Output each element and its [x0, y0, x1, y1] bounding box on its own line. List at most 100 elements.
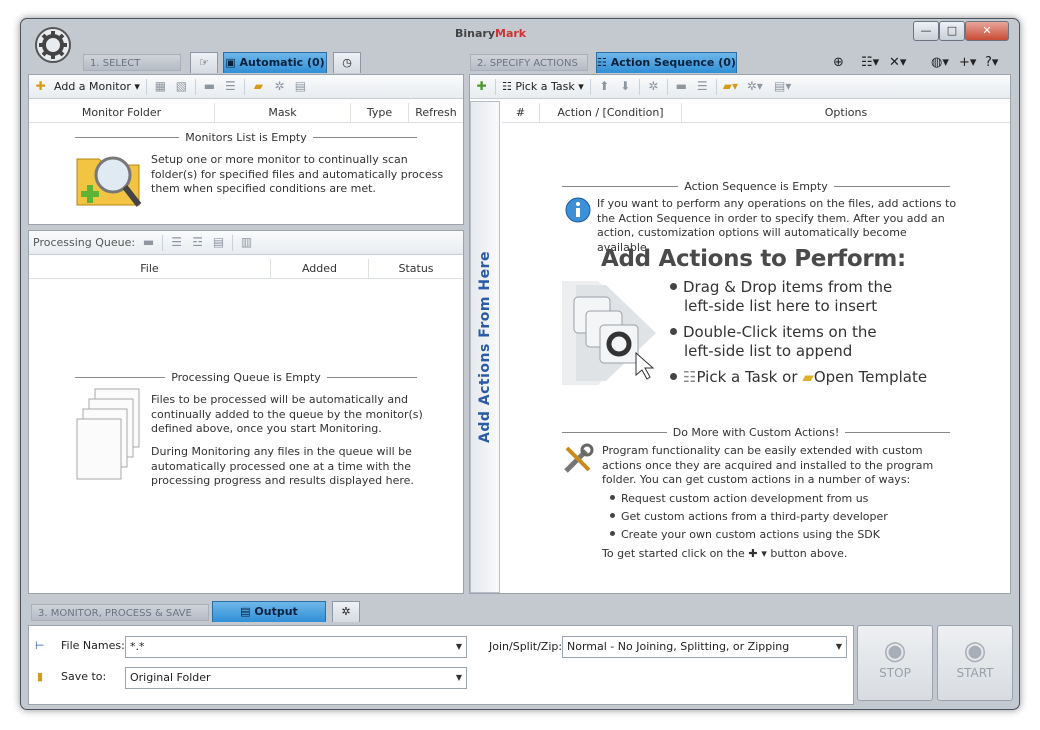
add-plus-icon: ✚ ▾	[748, 547, 767, 560]
separator	[715, 78, 717, 95]
clear-list-icon[interactable]: ☰	[223, 80, 238, 93]
monitors-empty-title: Monitors List is Empty	[75, 131, 417, 144]
maximize-button[interactable]: □	[939, 21, 965, 41]
add-actions-vertical-tab[interactable]: Add Actions From Here	[470, 101, 500, 593]
file-names-label: File Names:	[61, 639, 125, 652]
folder-search-icon	[76, 156, 142, 207]
clear-processed-icon[interactable]: ☲	[190, 236, 205, 249]
tab-advanced-settings[interactable]: ✲	[332, 601, 360, 622]
help-icon[interactable]: ?▾	[985, 55, 998, 70]
stop-icon: ◉	[883, 636, 907, 666]
step-specify-actions: 2. SPECIFY ACTIONS	[470, 54, 588, 71]
custom-item-3: Create your own custom actions using the…	[610, 528, 880, 543]
task-list-icon[interactable]: ☷▾	[861, 55, 879, 70]
tab-output-settings[interactable]: ▤ Output Settings	[212, 601, 326, 638]
clock-icon: ◷	[342, 56, 352, 69]
processing-queue-panel: Processing Queue: ▬ ☰ ☲ ▤ ▥ File Added S…	[28, 230, 464, 594]
tab-manual-mode[interactable]: ☞	[190, 52, 218, 73]
folder-icon: ▰	[802, 368, 814, 386]
copy-monitor-icon[interactable]: ▧	[174, 80, 189, 93]
copy-icon[interactable]: ▤	[211, 236, 226, 249]
custom-item-1: Request custom action development from u…	[610, 492, 868, 507]
action-toolbar: ✚ ☷ Pick a Task ▾ ⬆ ⬇ ✲ ▬ ☰ ▰▾ ✲▾ ▤▾	[470, 75, 1010, 99]
save-icon[interactable]: ▤	[293, 80, 308, 93]
queue-header: File Added Status	[29, 259, 463, 279]
app-window: BinaryMark — □ ✕ 1. SELECT MODE ☞ ▣ Auto…	[20, 18, 1020, 710]
output-settings-panel: ⊢ File Names: *.* ▼ ▮ Save to: Original F…	[28, 625, 854, 705]
start-button[interactable]: ◉ START	[937, 625, 1013, 701]
pin-icon[interactable]: ⊕	[833, 55, 844, 70]
queue-label: Processing Queue:	[33, 236, 136, 249]
pick-a-task-button[interactable]: ☷ Pick a Task ▾	[502, 80, 584, 93]
remove-icon[interactable]: ▬	[674, 80, 689, 93]
tab-automatic[interactable]: ▣ Automatic (0)	[223, 52, 327, 73]
clear-list-icon[interactable]: ☰	[695, 80, 710, 93]
custom-item-2: Get custom actions from a third-party de…	[610, 510, 888, 525]
feed-icon[interactable]: ◍▾	[931, 55, 949, 70]
separator	[666, 78, 668, 95]
settings-gear-icon[interactable]	[33, 25, 73, 65]
add-monitor-button[interactable]: Add a Monitor ▾	[54, 80, 140, 93]
col-file[interactable]: File	[29, 259, 271, 278]
open-folder-icon[interactable]: ▰	[251, 80, 266, 93]
save-template-icon[interactable]: ▤▾	[772, 80, 794, 93]
monitors-panel: ✚ Add a Monitor ▾ ▦ ▧ ▬ ☰ ▰ ✲ ▤ Monitor …	[28, 74, 464, 225]
col-action-condition[interactable]: Action / [Condition]	[540, 103, 682, 122]
stop-button[interactable]: ◉ STOP	[857, 625, 933, 701]
monitor-icon: ▣	[225, 56, 240, 69]
file-names-icon: ⊢	[35, 639, 45, 652]
queue-empty-title: Processing Queue is Empty	[75, 371, 417, 384]
edit-monitor-icon[interactable]: ▦	[153, 80, 168, 93]
bullet-drag-drop: Drag & Drop items from the	[670, 278, 892, 297]
close-button[interactable]: ✕	[965, 21, 1009, 41]
col-number[interactable]: #	[502, 103, 540, 122]
col-options[interactable]: Options	[682, 103, 1010, 122]
action-sequence-panel: ✚ ☷ Pick a Task ▾ ⬆ ⬇ ✲ ▬ ☰ ▰▾ ✲▾ ▤▾ Add…	[469, 74, 1011, 594]
tools-icon[interactable]: ✕▾	[889, 55, 906, 70]
col-type[interactable]: Type	[351, 103, 409, 122]
hand-icon: ☞	[199, 56, 209, 69]
file-names-field[interactable]: *.* ▼	[125, 636, 467, 658]
pause-icon[interactable]: ▥	[239, 236, 254, 249]
separator	[495, 78, 496, 95]
queue-empty-text-1: Files to be processed will be automatica…	[151, 393, 423, 435]
clear-list-icon[interactable]: ☰	[169, 236, 184, 249]
add-plus-icon[interactable]: +▾	[959, 55, 976, 70]
queue-empty-text-2: During Monitoring any files in the queue…	[151, 445, 414, 487]
col-refresh[interactable]: Refresh	[409, 103, 463, 122]
minimize-button[interactable]: —	[913, 21, 939, 41]
step-monitor-process-save: 3. MONITOR, PROCESS & SAVE	[31, 604, 209, 621]
open-template-icon[interactable]: ▰▾	[723, 80, 738, 93]
join-split-zip-select[interactable]: Normal - No Joining, Splitting, or Zippi…	[562, 636, 847, 658]
action-empty-title: Action Sequence is Empty	[562, 180, 950, 193]
gear-icon: ✲	[341, 605, 351, 618]
task-list-icon: ☷	[683, 368, 697, 386]
custom-actions-text: Program functionality can be easily exte…	[602, 444, 934, 486]
join-split-zip-label: Join/Split/Zip:	[489, 640, 563, 653]
action-settings-icon[interactable]: ✲	[646, 80, 661, 93]
bullet-drag-drop-cont: left-side list here to insert	[684, 297, 878, 315]
move-up-icon[interactable]: ⬆	[597, 80, 612, 93]
add-action-icon[interactable]: ✚	[474, 80, 489, 93]
col-added[interactable]: Added	[271, 259, 369, 278]
floppy-icon: ▤	[240, 605, 255, 618]
tab-action-sequence[interactable]: ☷ Action Sequence (0)	[596, 52, 737, 73]
template-settings-icon[interactable]: ✲▾	[744, 80, 766, 93]
separator	[232, 234, 234, 251]
remove-icon[interactable]: ▬	[141, 236, 156, 249]
col-monitor-folder[interactable]: Monitor Folder	[29, 103, 215, 122]
col-mask[interactable]: Mask	[215, 103, 351, 122]
col-status[interactable]: Status	[369, 259, 463, 278]
settings-icon[interactable]: ✲	[272, 80, 287, 93]
tab-scheduler[interactable]: ◷	[333, 52, 361, 73]
remove-icon[interactable]: ▬	[202, 80, 217, 93]
info-icon	[565, 197, 591, 223]
start-icon: ◉	[963, 636, 987, 666]
brand-logo: BinaryMark	[455, 27, 527, 40]
custom-footer: To get started click on the ✚ ▾ button a…	[602, 547, 848, 560]
move-down-icon[interactable]: ⬇	[618, 80, 633, 93]
add-actions-illustration-icon	[562, 281, 656, 385]
documents-stack-icon	[76, 388, 140, 480]
save-to-select[interactable]: Original Folder ▼	[125, 667, 467, 689]
save-to-label: Save to:	[61, 670, 107, 683]
